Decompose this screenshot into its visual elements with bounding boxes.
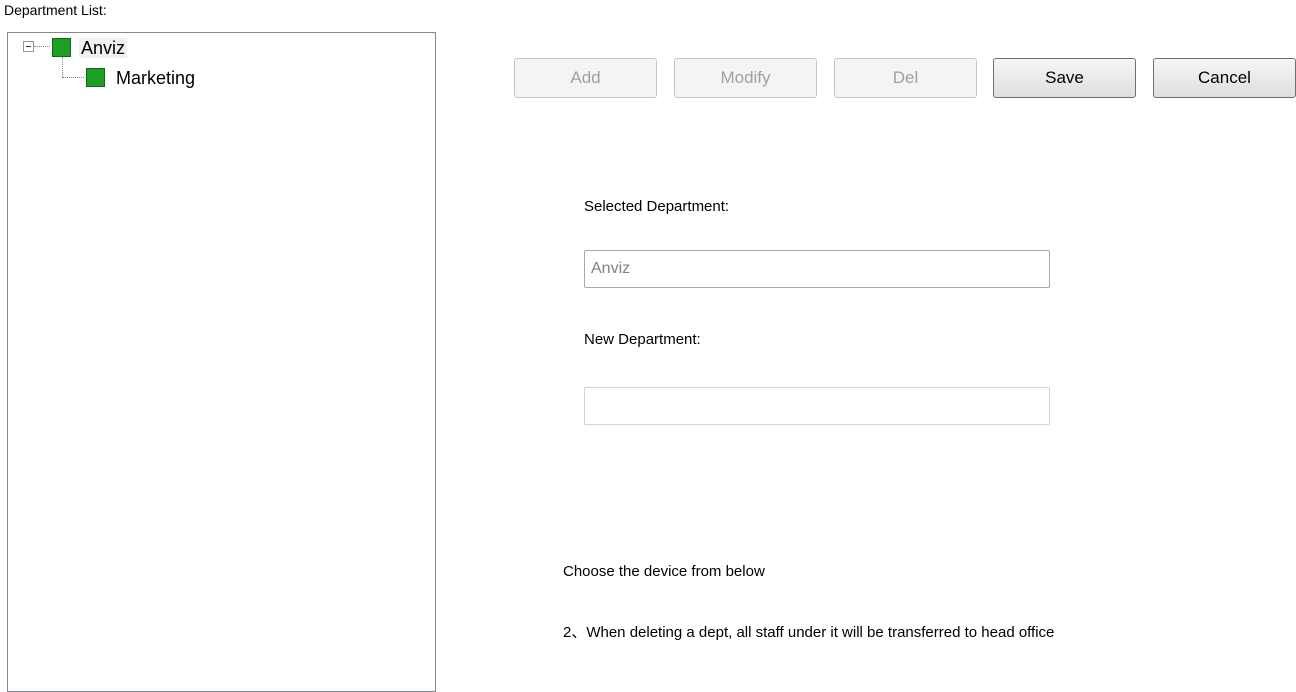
- collapse-toggle-icon[interactable]: [23, 41, 34, 52]
- tree-node-anviz[interactable]: Anviz: [79, 38, 128, 58]
- tree-node-marketing[interactable]: Marketing: [114, 68, 197, 88]
- add-button[interactable]: Add: [514, 58, 657, 98]
- new-department-label: New Department:: [584, 331, 701, 348]
- selected-department-field[interactable]: [584, 250, 1050, 288]
- modify-button[interactable]: Modify: [674, 58, 817, 98]
- tree-connector: [34, 46, 50, 47]
- selected-department-label: Selected Department:: [584, 198, 730, 215]
- department-icon: [86, 68, 105, 87]
- department-list-label: Department List:: [4, 2, 107, 18]
- delete-dept-note: 2、When deleting a dept, all staff under …: [563, 624, 1055, 641]
- department-tree[interactable]: [7, 32, 436, 692]
- new-department-field[interactable]: [584, 387, 1050, 425]
- del-button[interactable]: Del: [834, 58, 977, 98]
- tree-connector: [62, 77, 84, 78]
- department-icon: [52, 38, 71, 57]
- tree-connector: [62, 57, 63, 77]
- cancel-button[interactable]: Cancel: [1153, 58, 1296, 98]
- choose-device-note: Choose the device from below: [563, 563, 765, 580]
- save-button[interactable]: Save: [993, 58, 1136, 98]
